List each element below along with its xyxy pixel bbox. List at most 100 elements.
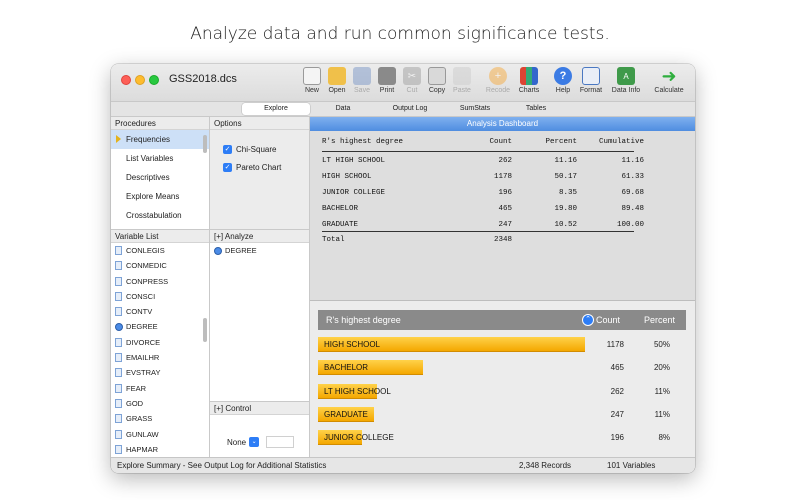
- analyze-pane: [+] Analyze DEGREE: [210, 229, 310, 401]
- variable-icon: [115, 307, 122, 317]
- close-button[interactable]: [121, 75, 131, 85]
- clipboard-icon: [453, 67, 471, 85]
- bar-chart-icon: [520, 67, 538, 85]
- bar-label: HIGH SCHOOL: [324, 340, 381, 349]
- variable-item[interactable]: CONLEGIS: [111, 243, 209, 258]
- variable-list-header: Variable List: [111, 230, 209, 243]
- tab-output-log[interactable]: Output Log: [376, 103, 444, 115]
- chart-header: R's highest degree ⌃ Count Percent: [318, 310, 686, 330]
- pareto-chart: R's highest degree ⌃ Count Percent HIGH …: [310, 302, 695, 457]
- headline: Analyze data and run common significance…: [190, 24, 610, 44]
- variable-item[interactable]: EMAILHR: [111, 350, 209, 365]
- tab-sumstats[interactable]: SumStats: [441, 103, 509, 115]
- chi-square-option[interactable]: ✓ Chi-Square: [223, 145, 276, 154]
- data-info-button[interactable]: A Data Info: [606, 67, 646, 94]
- selected-arrow-icon: [116, 135, 121, 143]
- procedure-explore-means[interactable]: Explore Means: [111, 187, 209, 206]
- checkbox-checked-icon: ✓: [223, 163, 232, 172]
- variable-icon: [115, 368, 122, 378]
- bar-count: 465: [610, 363, 624, 373]
- variable-item[interactable]: CONSCI: [111, 289, 209, 304]
- help-question-icon: ?: [554, 67, 572, 85]
- bar-label: BACHELOR: [324, 363, 369, 373]
- bar-count: 1178: [606, 340, 624, 349]
- variable-icon: [115, 444, 122, 454]
- procedures-pane: Procedures Frequencies List Variables De…: [111, 117, 210, 229]
- bar-percent: 11%: [654, 409, 670, 419]
- bar-count: 262: [610, 386, 624, 396]
- variable-item[interactable]: CONPRESS: [111, 274, 209, 289]
- table-row: BACHELOR 465 19.80 89.48: [322, 205, 644, 213]
- table-header-row: R's highest degree Count Percent Cumulat…: [322, 138, 644, 146]
- status-bar: Explore Summary - See Output Log for Add…: [111, 457, 695, 473]
- chart-row: HIGH SCHOOL 1178 50%: [318, 332, 686, 355]
- procedure-crosstabulation[interactable]: Crosstabulation: [111, 206, 209, 225]
- status-records: 2,348 Records: [519, 461, 572, 470]
- bar-percent: 50%: [653, 340, 670, 349]
- bar-label: JUNIOR COLLEGE: [324, 433, 394, 443]
- variable-icon: [115, 383, 122, 393]
- variable-icon: [115, 246, 122, 255]
- chart-row: LT HIGH SCHOOL 262 11%: [318, 379, 686, 402]
- bar-label: GRADUATE: [324, 409, 368, 419]
- format-table-icon: [582, 67, 600, 85]
- control-header[interactable]: [+] Control: [210, 402, 309, 415]
- variable-icon: [115, 398, 122, 408]
- tab-tables[interactable]: Tables: [502, 103, 570, 115]
- variable-item[interactable]: FEAR: [111, 381, 209, 396]
- variable-item[interactable]: CONMEDIC: [111, 258, 209, 273]
- bar-percent: 8%: [658, 433, 670, 443]
- bar-label: LT HIGH SCHOOL: [324, 386, 391, 396]
- format-button[interactable]: Format: [571, 67, 611, 94]
- options-pane: Options ✓ Chi-Square ✓ Pareto Chart: [210, 117, 310, 229]
- frequency-table: R's highest degree Count Percent Cumulat…: [310, 131, 695, 301]
- zoom-button[interactable]: [149, 75, 159, 85]
- ordinal-variable-icon: [115, 322, 123, 331]
- variable-icon: [115, 429, 122, 439]
- table-total-row: Total 2348: [322, 236, 512, 244]
- procedure-frequencies[interactable]: Frequencies: [111, 130, 209, 149]
- variable-item[interactable]: GOD: [111, 396, 209, 411]
- variable-icon: [115, 291, 122, 301]
- procedures-scrollbar[interactable]: [203, 135, 207, 153]
- tab-data[interactable]: Data: [309, 103, 377, 115]
- bar-count: 247: [610, 409, 624, 419]
- control-select[interactable]: None ⌄: [227, 436, 295, 448]
- analyze-header[interactable]: [+] Analyze: [210, 230, 309, 243]
- pareto-chart-option[interactable]: ✓ Pareto Chart: [223, 163, 281, 172]
- variable-item[interactable]: DEGREE: [111, 319, 209, 334]
- variable-item[interactable]: GUNLAW: [111, 427, 209, 442]
- bar-count: 196: [610, 433, 624, 443]
- analyze-variable-degree[interactable]: DEGREE: [210, 243, 309, 258]
- data-info-icon: A: [617, 67, 635, 85]
- control-pane: [+] Control None ⌄: [210, 401, 310, 457]
- analysis-dashboard: Analysis Dashboard R's highest degree Co…: [310, 117, 695, 457]
- chart-row: BACHELOR 465 20%: [318, 355, 686, 378]
- table-row: HIGH SCHOOL 1178 50.17 61.33: [322, 173, 644, 181]
- table-header-rule: [322, 151, 634, 152]
- procedure-list-variables[interactable]: List Variables: [111, 149, 209, 168]
- variable-icon: [115, 261, 122, 271]
- arrow-right-icon: ➜: [661, 66, 677, 86]
- variable-icon: [115, 337, 122, 347]
- chart-row: JUNIOR COLLEGE 196 8%: [318, 425, 686, 448]
- variable-item[interactable]: HAPMAR: [111, 442, 209, 457]
- dashboard-title: Analysis Dashboard: [310, 117, 695, 131]
- sort-toggle-icon[interactable]: ⌃: [582, 314, 594, 326]
- variable-item[interactable]: DIVORCE: [111, 335, 209, 350]
- minimize-button[interactable]: [135, 75, 145, 85]
- status-summary: Explore Summary - See Output Log for Add…: [117, 461, 327, 470]
- control-value-field[interactable]: [266, 436, 295, 448]
- variable-list-scrollbar[interactable]: [203, 318, 207, 342]
- calculate-button[interactable]: ➜ Calculate: [649, 67, 689, 94]
- tab-explore[interactable]: Explore: [242, 103, 310, 115]
- window-title: GSS2018.dcs: [169, 73, 237, 85]
- procedure-descriptives[interactable]: Descriptives: [111, 168, 209, 187]
- variable-list: CONLEGIS CONMEDIC CONPRESS CONSCI CONTV DEGRE…: [111, 243, 209, 457]
- chevron-down-icon: ⌄: [249, 437, 260, 447]
- variable-item[interactable]: GRASS: [111, 411, 209, 426]
- variable-item[interactable]: CONTV: [111, 304, 209, 319]
- variable-item[interactable]: EVSTRAY: [111, 365, 209, 380]
- table-row: JUNIOR COLLEGE 196 8.35 69.68: [322, 189, 644, 197]
- paste-button[interactable]: Paste: [442, 67, 482, 94]
